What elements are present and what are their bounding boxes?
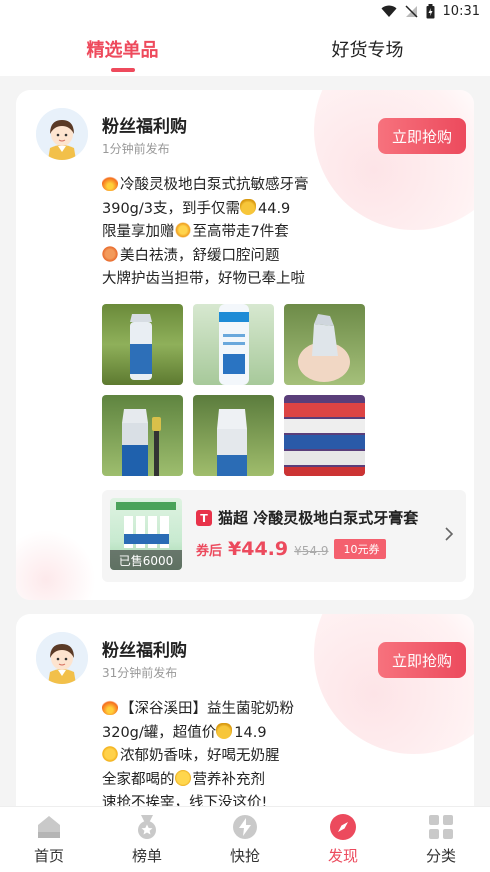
desc-text: 14.9 <box>234 724 267 741</box>
fire-icon <box>102 175 118 191</box>
desc-text: 全家都喝的 <box>102 771 175 788</box>
desc-text: 美白祛渍，舒缓口腔问题 <box>120 247 280 264</box>
desc-text: 390g/3支，到手仅需 <box>102 200 240 217</box>
author-name: 粉丝福利购 <box>102 641 187 661</box>
feed[interactable]: 粉丝福利购 1分钟前发布 立即抢购 冷酸灵极地白泵式抗敏感牙膏 390g/3支，… <box>0 76 490 806</box>
status-time: 10:31 <box>442 3 480 19</box>
desc-text: 浓郁奶香味，好喝无奶腥 <box>120 748 280 764</box>
buy-now-button[interactable]: 立即抢购 <box>378 118 466 154</box>
sold-count: 已售6000 <box>110 550 182 570</box>
post-time: 1分钟前发布 <box>102 142 170 156</box>
desc-line: 速抢不挨宰，线下没这价! <box>102 792 294 806</box>
medal-icon <box>138 815 156 839</box>
tmall-icon: T <box>196 510 212 526</box>
post-card: 粉丝福利购 31分钟前发布 立即抢购 【深谷溪田】益生菌驼奶粉 320g/罐，超… <box>16 614 474 806</box>
card-decoration <box>314 614 474 754</box>
fire-icon <box>102 699 118 715</box>
desc-text: 【深谷溪田】益生菌驼奶粉 <box>120 701 294 717</box>
nav-label: 榜单 <box>131 847 162 865</box>
desc-text: 限量享加赠 <box>102 224 175 240</box>
money-bag-icon <box>240 198 256 215</box>
bottom-navigation: 首页 榜单 快抢 发现 分类 <box>0 806 490 872</box>
lightning-icon <box>233 815 257 839</box>
nav-rankings[interactable]: 榜单 <box>98 807 196 872</box>
product-thumbnail[interactable] <box>284 304 365 385</box>
desc-line: 浓郁奶香味，好喝无奶腥 <box>102 745 294 769</box>
product-link[interactable]: 已售6000 T 猫超 冷酸灵极地白泵式牙膏套 券后 ¥44.9 ¥54.9 1… <box>102 490 466 582</box>
sparkle-icon <box>174 222 191 238</box>
product-title: 猫超 冷酸灵极地白泵式牙膏套 <box>218 509 419 527</box>
money-bag-icon <box>216 722 233 739</box>
product-thumbnail[interactable] <box>193 304 274 385</box>
after-coupon-label: 券后 <box>196 544 223 559</box>
nav-label: 发现 <box>327 847 358 865</box>
avatar[interactable] <box>36 108 88 160</box>
author-name: 粉丝福利购 <box>102 117 187 137</box>
desc-text: 至高带走7件套 <box>192 224 289 240</box>
no-signal-icon <box>405 4 418 18</box>
coupon-badge: 10元券 <box>334 539 387 559</box>
home-icon <box>38 816 60 838</box>
desc-text: 速抢不挨宰，线下没这价! <box>102 795 268 806</box>
nav-discover[interactable]: 发现 <box>294 807 392 872</box>
avatar[interactable] <box>36 632 88 684</box>
desc-text: 44.9 <box>258 200 291 217</box>
desc-line: 美白祛渍，舒缓口腔问题 <box>102 245 309 269</box>
post-time: 31分钟前发布 <box>102 666 178 680</box>
desc-line: 320g/罐，超值价 14.9 <box>102 722 294 746</box>
desc-text: 320g/罐，超值价 <box>102 724 217 741</box>
tab-good-deals[interactable]: 好货专场 <box>245 22 490 76</box>
desc-line: 大牌护齿当担带，好物已奉上啦 <box>102 268 309 292</box>
nav-label: 快抢 <box>229 847 260 865</box>
nav-label: 分类 <box>425 847 456 865</box>
product-thumbnail[interactable] <box>193 395 274 476</box>
tab-indicator <box>110 68 135 72</box>
tab-label: 精选单品 <box>86 40 159 61</box>
nav-categories[interactable]: 分类 <box>392 807 490 872</box>
desc-line: 全家都喝的 营养补充剂 <box>102 769 294 793</box>
card-decoration <box>314 90 474 230</box>
status-bar: 10:31 <box>0 0 490 22</box>
tab-label: 好货专场 <box>331 40 404 61</box>
desc-line: 冷酸灵极地白泵式抗敏感牙膏 <box>102 174 309 198</box>
original-price: ¥54.9 <box>294 544 329 558</box>
nav-label: 首页 <box>33 847 64 865</box>
product-thumbnail[interactable] <box>284 395 365 476</box>
price: ¥44.9 <box>228 538 289 560</box>
top-tabs: 精选单品 好货专场 <box>0 22 490 76</box>
product-thumbnail[interactable] <box>102 395 183 476</box>
post-description: 【深谷溪田】益生菌驼奶粉 320g/罐，超值价 14.9 浓郁奶香味，好喝无奶腥 … <box>102 698 294 806</box>
desc-line: 限量享加赠 至高带走7件套 <box>102 221 309 245</box>
product-image: 已售6000 <box>110 498 182 570</box>
buy-now-button[interactable]: 立即抢购 <box>378 642 466 678</box>
desc-text: 营养补充剂 <box>192 771 266 788</box>
wifi-icon <box>381 5 397 18</box>
compass-icon <box>330 814 356 840</box>
product-thumbnail[interactable] <box>102 304 183 385</box>
nav-flash-sale[interactable]: 快抢 <box>196 807 294 872</box>
smile-icon <box>174 769 191 786</box>
post-card: 粉丝福利购 1分钟前发布 立即抢购 冷酸灵极地白泵式抗敏感牙膏 390g/3支，… <box>16 90 474 600</box>
desc-line: 【深谷溪田】益生菌驼奶粉 <box>102 698 294 722</box>
desc-line: 390g/3支，到手仅需 44.9 <box>102 198 309 222</box>
card-decoration <box>16 530 96 600</box>
clap-icon <box>102 746 118 762</box>
post-description: 冷酸灵极地白泵式抗敏感牙膏 390g/3支，到手仅需 44.9 限量享加赠 至高带走… <box>102 174 309 292</box>
battery-icon <box>426 3 435 19</box>
nav-home[interactable]: 首页 <box>0 807 98 872</box>
tab-selected-items[interactable]: 精选单品 <box>0 22 245 76</box>
chevron-right-icon <box>445 527 454 541</box>
heart-icon <box>102 245 118 262</box>
grid-icon <box>429 815 453 839</box>
desc-text: 冷酸灵极地白泵式抗敏感牙膏 <box>120 177 309 193</box>
price-row: 券后 ¥44.9 ¥54.9 10元券 <box>196 538 387 561</box>
desc-text: 大牌护齿当担带，好物已奉上啦 <box>102 271 305 287</box>
